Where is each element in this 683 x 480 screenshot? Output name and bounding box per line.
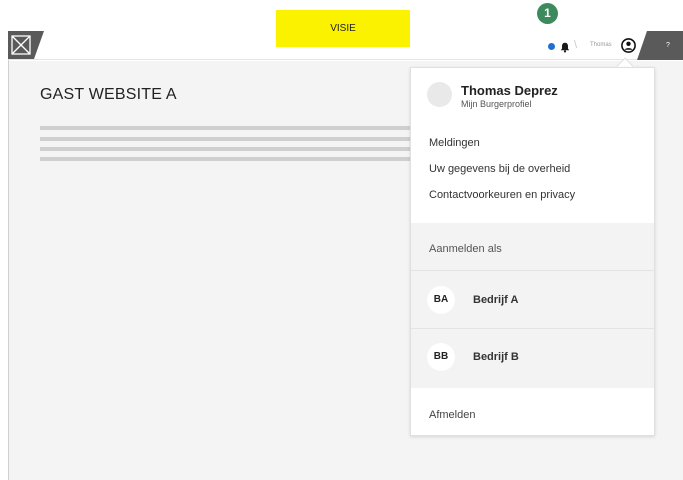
logo-tab-edge: [34, 31, 44, 59]
login-as-section: Aanmelden als BA Bedrijf A BB Bedrijf B: [411, 223, 654, 388]
profile-name: Thomas Deprez: [461, 83, 558, 98]
header-separator: \: [574, 39, 578, 51]
placeholder-text-line: [40, 137, 412, 141]
placeholder-text-line: [40, 147, 412, 151]
logo-icon[interactable]: [8, 31, 34, 59]
org-avatar: BB: [427, 343, 455, 371]
bell-icon[interactable]: [560, 40, 570, 58]
menu-item-contactvoorkeuren[interactable]: Contactvoorkeuren en privacy: [429, 189, 575, 201]
org-avatar: BA: [427, 286, 455, 314]
app-window: VISIE 1 \ Thomas ? GAST WEBSITE A Thomas…: [0, 0, 683, 480]
notification-dot: [548, 43, 555, 50]
org-name: Bedrijf B: [473, 351, 519, 363]
divider: [411, 270, 654, 271]
org-name: Bedrijf A: [473, 294, 519, 306]
help-button[interactable]: ?: [647, 31, 683, 60]
login-as-label: Aanmelden als: [429, 243, 502, 255]
header-user-name[interactable]: Thomas: [590, 42, 612, 48]
user-circle-icon[interactable]: [621, 38, 636, 53]
visie-badge: VISIE: [276, 10, 410, 47]
placeholder-text-line: [40, 157, 412, 161]
divider: [411, 328, 654, 329]
profile-dropdown: Thomas Deprez Mijn Burgerprofiel Melding…: [410, 67, 655, 436]
menu-item-gegevens[interactable]: Uw gegevens bij de overheid: [429, 163, 570, 175]
profile-subtitle[interactable]: Mijn Burgerprofiel: [461, 99, 532, 109]
avatar: [427, 82, 452, 107]
logout-link[interactable]: Afmelden: [429, 409, 475, 421]
help-tab-edge: [637, 31, 647, 60]
menu-item-meldingen[interactable]: Meldingen: [429, 137, 480, 149]
step-marker: 1: [537, 3, 558, 24]
page-title: GAST WEBSITE A: [40, 86, 177, 103]
placeholder-text-line: [40, 126, 412, 130]
